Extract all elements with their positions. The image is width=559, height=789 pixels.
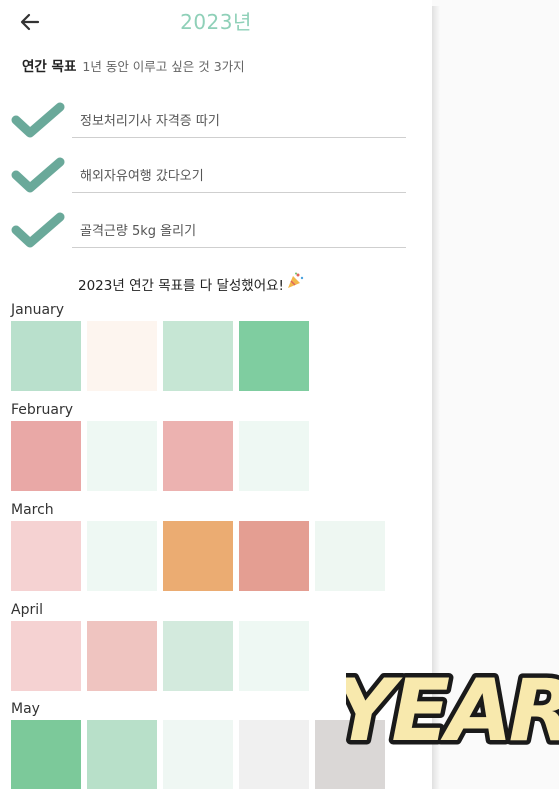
goals-heading: 연간 목표 1년 동안 이루고 싶은 것 3가지 — [22, 55, 245, 75]
day-tile[interactable] — [11, 321, 81, 391]
completion-message: 2023년 연간 목표를 다 달성했어요! — [78, 272, 304, 294]
check-icon[interactable] — [10, 155, 66, 195]
page-title: 2023년 — [180, 10, 252, 34]
goal-item[interactable]: 골격근량 5kg 올리기 — [10, 206, 410, 256]
day-tile[interactable] — [163, 421, 233, 491]
day-tile[interactable] — [87, 521, 157, 591]
month-label: January — [11, 302, 65, 318]
year-stamp: YEAR — [346, 657, 559, 765]
goal-item[interactable]: 정보처리기사 자격증 따기 — [10, 96, 410, 146]
goal-item[interactable]: 해외자유여행 갔다오기 — [10, 151, 410, 201]
month-label: April — [11, 602, 43, 618]
party-popper-icon — [286, 272, 304, 294]
day-tile[interactable] — [163, 621, 233, 691]
day-tile[interactable] — [11, 521, 81, 591]
completion-text: 2023년 연간 목표를 다 달성했어요! — [78, 278, 284, 294]
day-tile[interactable] — [315, 521, 385, 591]
day-tile[interactable] — [163, 321, 233, 391]
top-bar: 2023년 — [0, 0, 432, 44]
day-tile[interactable] — [87, 421, 157, 491]
day-tile[interactable] — [239, 321, 309, 391]
goal-underline — [72, 247, 406, 248]
day-tile[interactable] — [11, 421, 81, 491]
day-tile[interactable] — [87, 621, 157, 691]
goal-underline — [72, 137, 406, 138]
day-tile[interactable] — [239, 621, 309, 691]
day-tile[interactable] — [239, 521, 309, 591]
goals-description: 1년 동안 이루고 싶은 것 3가지 — [82, 59, 245, 74]
month-label: March — [11, 502, 54, 518]
day-tile[interactable] — [11, 621, 81, 691]
goal-label: 골격근량 5kg 올리기 — [80, 224, 197, 239]
check-icon[interactable] — [10, 210, 66, 250]
goals-title: 연간 목표 — [22, 59, 77, 75]
day-tile[interactable] — [11, 720, 81, 789]
goal-label: 정보처리기사 자격증 따기 — [80, 114, 220, 129]
day-tile[interactable] — [239, 421, 309, 491]
month-label: May — [11, 701, 40, 717]
day-tile[interactable] — [163, 521, 233, 591]
goal-underline — [72, 192, 406, 193]
day-tile[interactable] — [163, 720, 233, 789]
month-label: February — [11, 402, 74, 418]
goal-label: 해외자유여행 갔다오기 — [80, 169, 204, 184]
day-tile[interactable] — [87, 720, 157, 789]
day-tile[interactable] — [87, 321, 157, 391]
year-stamp-outline: YEAR — [346, 661, 559, 761]
day-tile[interactable] — [239, 720, 309, 789]
check-icon[interactable] — [10, 100, 66, 140]
